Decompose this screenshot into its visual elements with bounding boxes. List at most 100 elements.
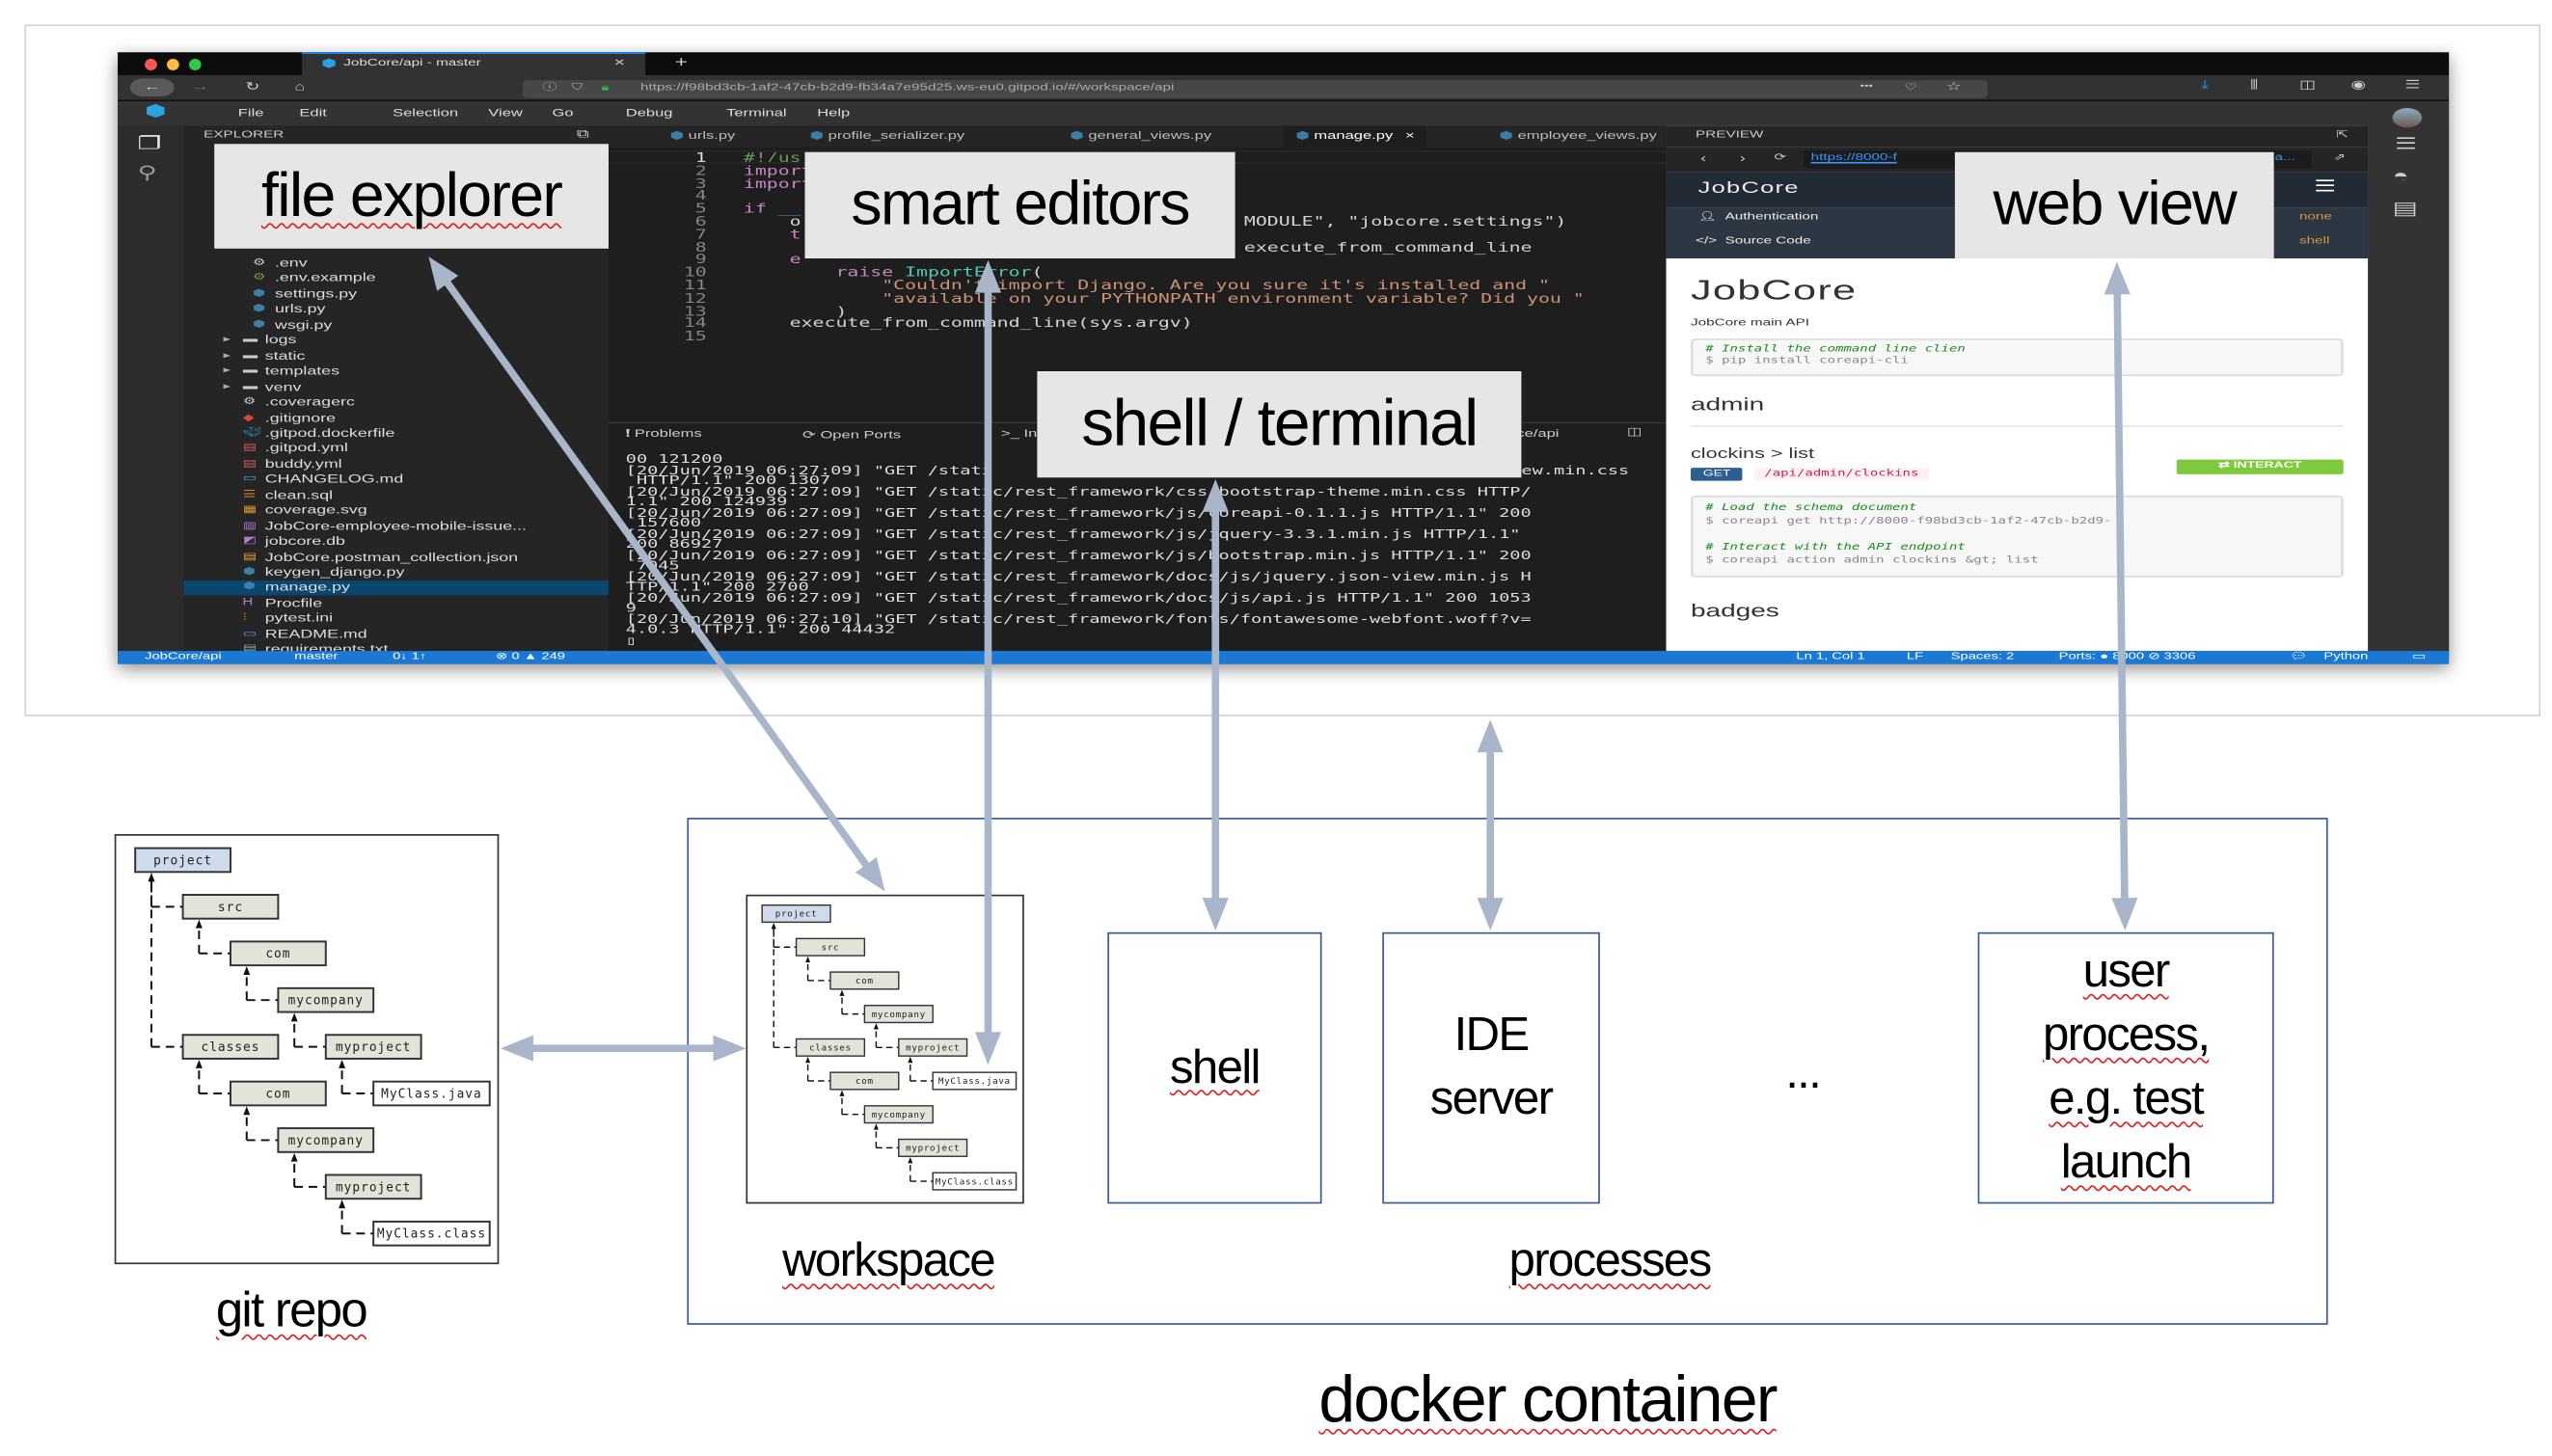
- status-spaces[interactable]: Spaces: 2: [1951, 652, 2015, 661]
- status-eol[interactable]: LF: [1907, 652, 1923, 661]
- sidebar-icon[interactable]: ◫: [2299, 80, 2316, 92]
- menu-go[interactable]: Go: [552, 108, 573, 120]
- menu-help[interactable]: Help: [817, 108, 850, 120]
- preview-refresh-icon[interactable]: ⟳: [1774, 153, 1786, 163]
- search-icon[interactable]: ⚲: [137, 164, 157, 183]
- explorer-item[interactable]: ▤ .gitpod.yml: [184, 443, 609, 457]
- preview-forward-icon[interactable]: ›: [1740, 153, 1746, 165]
- new-tab-button[interactable]: +: [675, 55, 688, 70]
- outline-icon[interactable]: ☰: [2395, 137, 2417, 153]
- expand-arrow-icon[interactable]: ▸: [224, 349, 231, 364]
- explorer-item[interactable]: ☰ clean.sql: [184, 489, 609, 503]
- explorer-item[interactable]: ▤ buddy.yml: [184, 458, 609, 472]
- tab-terminal[interactable]: >_ In: [1001, 428, 1037, 440]
- account-icon[interactable]: ◉: [2350, 80, 2366, 92]
- explorer-item[interactable]: ⚙ .coveragerc: [184, 396, 609, 411]
- panel-toggle-icon[interactable]: ▭: [2412, 652, 2426, 661]
- explorer-item[interactable]: ⚙ .env: [184, 256, 609, 271]
- menu-view[interactable]: View: [488, 108, 523, 120]
- explorer-item[interactable]: ▸ ▬ static: [184, 349, 609, 364]
- hamburger-icon[interactable]: ☰: [2314, 179, 2336, 197]
- open-external-icon[interactable]: ⇱: [2336, 131, 2348, 141]
- github-icon[interactable]: ◓: [2393, 168, 2409, 187]
- explorer-item[interactable]: ⬢ manage.py: [183, 580, 609, 597]
- close-tab-icon[interactable]: ×: [1405, 131, 1415, 143]
- status-ports[interactable]: Ports: ● 8000 ⊘ 3306: [2059, 652, 2196, 661]
- menu-terminal[interactable]: Terminal: [726, 108, 786, 120]
- explorer-item[interactable]: ⬢ wsgi.py: [184, 318, 609, 333]
- bookmark-star-icon[interactable]: ☆: [1946, 81, 1962, 93]
- files-icon[interactable]: ❐: [137, 135, 161, 154]
- library-icon[interactable]: ⫼: [2250, 80, 2258, 92]
- preview-back-icon[interactable]: ‹: [1700, 153, 1706, 165]
- split-panel-icon[interactable]: ◫: [1627, 428, 1643, 439]
- minimize-window-button[interactable]: [167, 58, 179, 70]
- nav-authentication[interactable]: Authentication: [1725, 212, 1819, 222]
- preview-url[interactable]: https://8000-f: [1811, 153, 1897, 163]
- status-repo[interactable]: JobCore/api: [145, 652, 222, 661]
- explorer-item[interactable]: ⫶ pytest.ini: [184, 612, 609, 627]
- menu-debug[interactable]: Debug: [626, 108, 673, 120]
- forward-icon[interactable]: →: [191, 82, 208, 94]
- status-position[interactable]: Ln 1, Col 1: [1796, 652, 1864, 661]
- explorer-item[interactable]: ▦ coverage.svg: [184, 504, 609, 519]
- explorer-item[interactable]: ◩ jobcore.db: [184, 535, 609, 550]
- explorer-item[interactable]: 🐳︎ .gitpod.dockerfile: [184, 427, 609, 442]
- explorer-item[interactable]: ◆ .gitignore: [184, 412, 609, 426]
- interact-button[interactable]: ⇄ INTERACT: [2176, 459, 2344, 474]
- status-language[interactable]: Python: [2323, 652, 2368, 661]
- explorer-item[interactable]: ▸ ▬ logs: [184, 334, 609, 348]
- info-icon[interactable]: ⓘ: [542, 83, 557, 93]
- collapse-all-icon[interactable]: ⧉: [577, 129, 589, 141]
- menu-file[interactable]: File: [238, 108, 264, 120]
- maximize-window-button[interactable]: [188, 58, 202, 70]
- editor-tab[interactable]: ⬢ profile_serializer.py: [798, 126, 977, 148]
- menu-edit[interactable]: Edit: [299, 108, 327, 120]
- expand-arrow-icon[interactable]: ▸: [224, 334, 231, 348]
- explorer-item[interactable]: ▭ README.md: [184, 628, 609, 642]
- downloads-icon[interactable]: ⤓: [2201, 80, 2209, 92]
- explorer-item[interactable]: Ꮋ Procfile: [184, 597, 609, 611]
- source-code-value[interactable]: shell: [2299, 237, 2329, 247]
- explorer-item[interactable]: ▭ CHANGELOG.md: [184, 473, 609, 488]
- status-branch[interactable]: master: [294, 652, 338, 661]
- explorer-item[interactable]: ▤ JobCore.postman_collection.json: [184, 551, 609, 565]
- back-icon[interactable]: ←: [129, 78, 175, 97]
- nav-source-code[interactable]: Source Code: [1725, 237, 1811, 247]
- url-bar[interactable]: ⓘ ⛉ 🔒︎ https://f98bd3cb-1af2-47cb-b2d9-f…: [522, 79, 1988, 97]
- editor-tab[interactable]: ⬢ employee_views.py: [1487, 126, 1670, 148]
- explorer-item[interactable]: ▸ ▬ templates: [184, 364, 609, 379]
- browser-tab[interactable]: ⬢ JobCore/api - master ✕: [301, 52, 646, 76]
- avatar[interactable]: [2392, 107, 2423, 128]
- explorer-item[interactable]: ▥ JobCore-employee-mobile-issue...: [184, 520, 609, 534]
- reload-icon[interactable]: ↻: [245, 82, 259, 94]
- page-actions-icon[interactable]: •••: [1860, 82, 1873, 91]
- shield-icon[interactable]: ⛉: [572, 83, 583, 93]
- expand-arrow-icon[interactable]: ▸: [224, 364, 231, 379]
- explorer-item[interactable]: ⬢ keygen_django.py: [184, 566, 609, 580]
- pocket-icon[interactable]: ♡: [1904, 83, 1917, 93]
- menu-selection[interactable]: Selection: [393, 108, 458, 120]
- explorer-item[interactable]: ▸ ▬ venv: [184, 381, 609, 395]
- tab-open-ports[interactable]: ⟳ Open Ports: [802, 428, 901, 442]
- explorer-item[interactable]: ⚙ .env.example: [184, 272, 609, 286]
- status-sync[interactable]: 0↓ 1↑: [393, 652, 426, 661]
- close-window-button[interactable]: [145, 58, 157, 70]
- auth-value[interactable]: none: [2299, 212, 2332, 222]
- explorer-item[interactable]: ⬢ settings.py: [184, 287, 609, 302]
- popout-icon[interactable]: ⇗: [2334, 153, 2347, 163]
- preview-layout-icon[interactable]: ▤: [2393, 201, 2418, 220]
- browser-menu-icon[interactable]: ☰: [2404, 80, 2420, 92]
- explorer-item[interactable]: ⬢ urls.py: [184, 303, 609, 317]
- home-icon[interactable]: ⌂: [294, 82, 305, 94]
- editor-tab[interactable]: ⬢ general_views.py: [1058, 126, 1224, 148]
- url-text[interactable]: https://f98bd3cb-1af2-47cb-b2d9-fb34a7e9…: [640, 83, 1174, 93]
- expand-arrow-icon[interactable]: ▸: [224, 381, 231, 395]
- tab-problems[interactable]: ❗︎ Problems: [626, 428, 702, 442]
- close-tab-icon[interactable]: ✕: [613, 59, 626, 68]
- editor-tab[interactable]: ⬢ urls.py: [658, 126, 747, 148]
- api-brand[interactable]: JobCore: [1698, 180, 1800, 199]
- status-problems[interactable]: ⊗ 0 ▲ 249: [496, 652, 565, 661]
- feedback-icon[interactable]: 💬︎: [2290, 652, 2308, 661]
- editor-tab[interactable]: ⬢ manage.py ×: [1283, 125, 1427, 148]
